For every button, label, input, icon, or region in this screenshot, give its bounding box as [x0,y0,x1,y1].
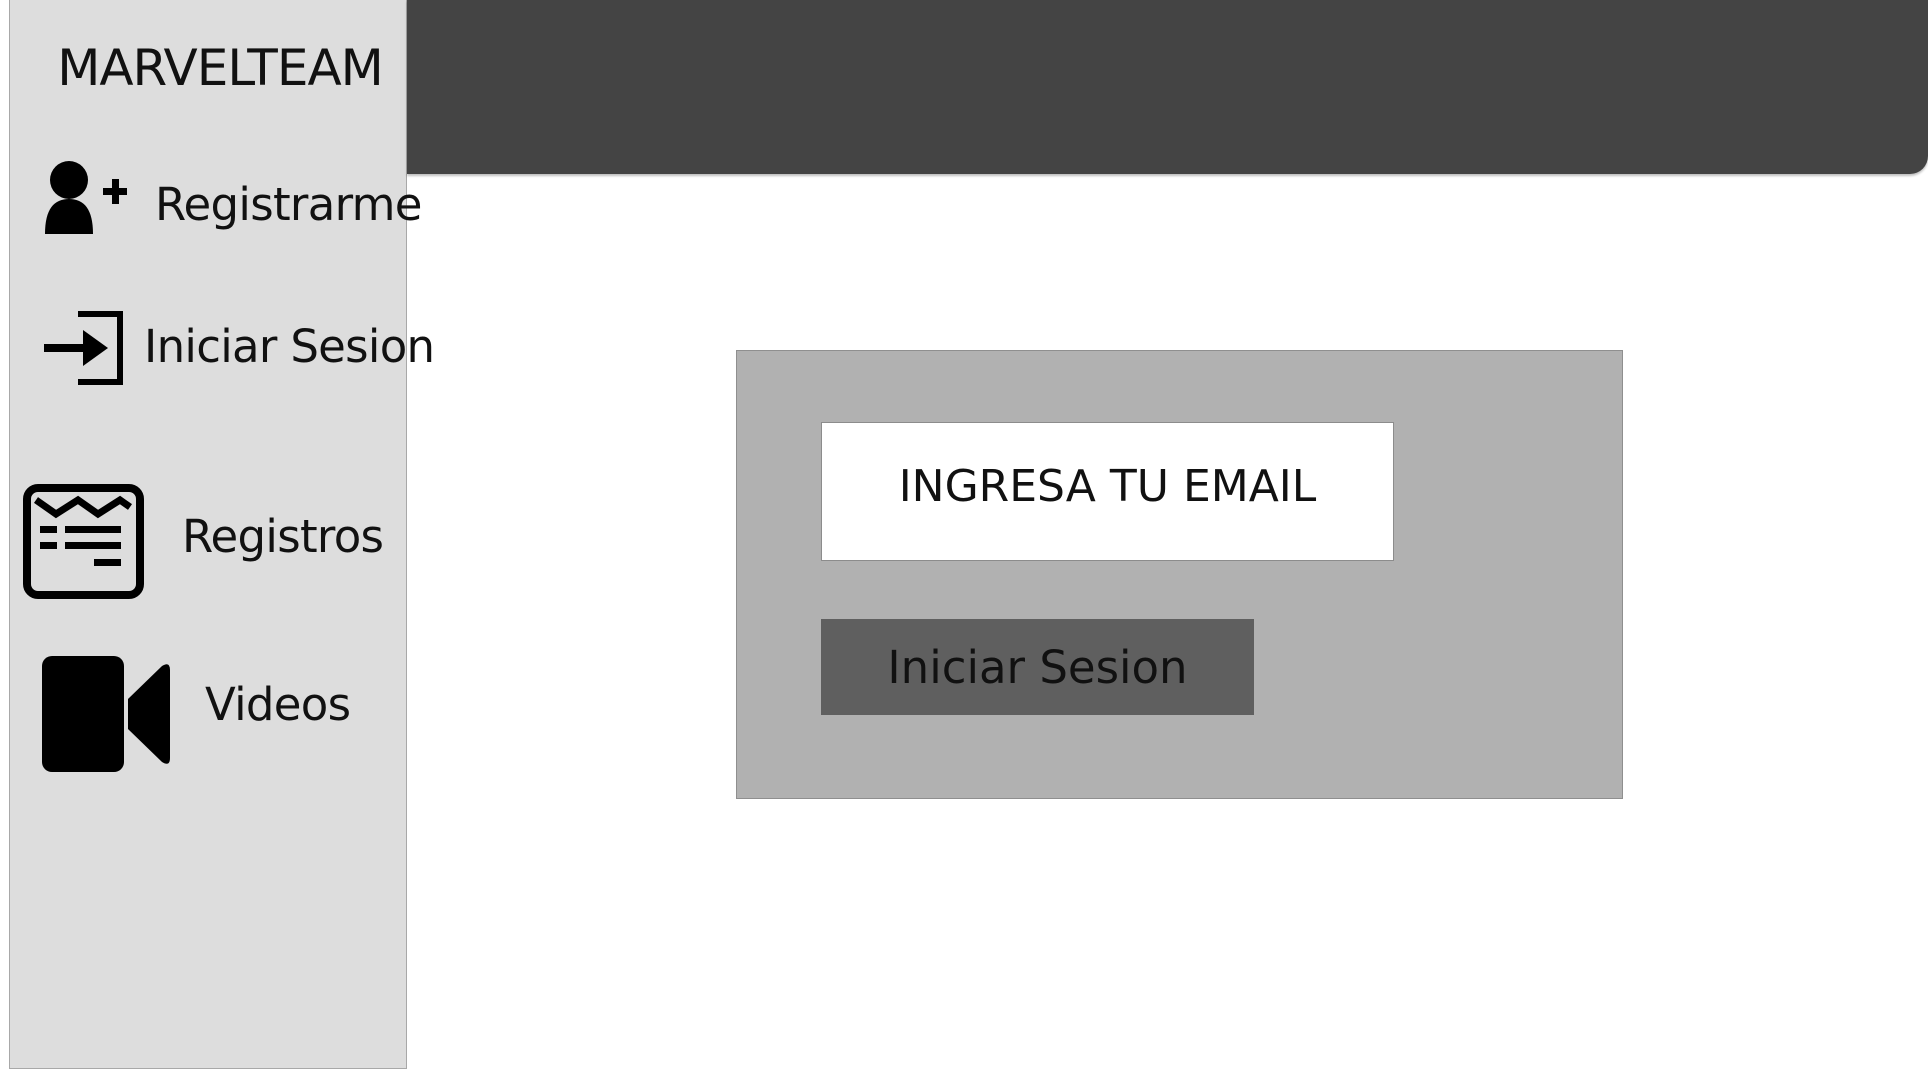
sign-in-icon [44,311,123,385]
sidebar-item-registros[interactable]: Registros [10,473,408,599]
app-title: MARVELTEAM [57,39,384,97]
sidebar: MARVELTEAM Registrarme Iniciar Sesion Re… [9,0,435,1069]
login-panel: Iniciar Sesion [736,350,1623,799]
sidebar-item-iniciar-sesion[interactable]: Iniciar Sesion [10,288,435,408]
user-plus-icon [45,161,127,234]
sidebar-item-registrarme[interactable]: Registrarme [10,146,422,266]
registry-list-icon [23,484,144,599]
sidebar-item-videos[interactable]: Videos [10,642,408,772]
login-button[interactable]: Iniciar Sesion [821,619,1254,715]
email-input[interactable] [821,422,1394,561]
sidebar-item-label: Videos [205,678,351,731]
top-bar [407,0,1928,174]
video-camera-icon [42,656,170,772]
sidebar-item-label: Registrarme [155,178,422,231]
sidebar-item-label: Registros [182,510,384,563]
sidebar-item-label: Iniciar Sesion [144,320,435,373]
login-screen: MARVELTEAM Registrarme Iniciar Sesion Re… [0,0,1928,1080]
